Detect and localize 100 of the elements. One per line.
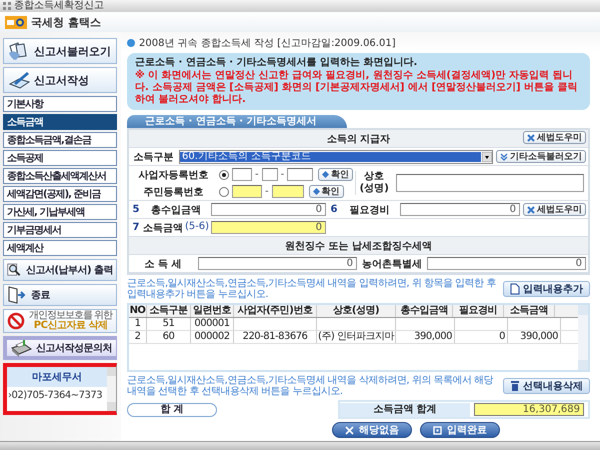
scrollbar[interactable] [578, 305, 588, 370]
sidebar-button[interactable]: 신고서불러오기 [3, 38, 117, 64]
sidebar-button[interactable]: 종료 [3, 284, 117, 306]
radio-button[interactable] [219, 186, 229, 196]
brand-name: 국세청 홈택스 [31, 14, 101, 30]
logo-icon [5, 16, 27, 28]
field-label: 사업자등록번호 [138, 168, 210, 182]
sidebar-button[interactable]: 신고서작성 [3, 67, 117, 93]
sidebar-menu-item[interactable]: 세액감면(공제), 준비금 [3, 186, 117, 202]
tax-help-button[interactable]: 세법도우미 [523, 203, 586, 216]
sidebar-menu-item[interactable]: 기부금명세서 [3, 222, 117, 238]
column-header: 필요경비 [453, 305, 504, 317]
cross-icon [527, 206, 535, 214]
table-cell: 390,000 [414, 331, 452, 342]
footer-button[interactable]: 입력완료 [420, 422, 500, 438]
total-amount-field: 16,307,689 [474, 403, 584, 416]
fax-machine-icon [10, 339, 32, 357]
dropdown-arrow-icon [482, 152, 492, 162]
sidebar-menu-item[interactable]: 종합소득금액,결손금 [3, 132, 117, 148]
amount-field[interactable]: 0 [427, 257, 586, 270]
sidebar-menu-item[interactable]: 종합소득산출세액계산서 [3, 168, 117, 184]
table-cell: 2 [134, 331, 140, 342]
input-field[interactable] [287, 168, 314, 181]
amount-field[interactable]: 0 [198, 257, 357, 270]
button-note: 개인정보보호를 위한 [29, 311, 112, 321]
table-cell: 1 [134, 318, 140, 329]
income-type-dropdown[interactable]: 60.기타소득의 소득구분코드 [179, 150, 493, 164]
table-cell: 000001 [194, 318, 230, 329]
table-cell: (주) 인터파크지마 [318, 331, 394, 342]
field-label: 소득구분 [132, 150, 174, 164]
input-field[interactable] [232, 185, 262, 198]
sidebar-menu-item[interactable]: 가산세, 기납부세액 [3, 204, 117, 220]
column-header: 소득금액 [504, 305, 555, 317]
separator: - [255, 169, 259, 180]
sidebar-button[interactable]: 개인정보보호를 위한 PC신고자료 삭제 [3, 309, 117, 333]
column-header: 상호(성명) [317, 305, 396, 317]
document-icon [510, 283, 520, 295]
field-label: 소 득 세 [144, 258, 182, 270]
item-number: 6 [330, 204, 338, 215]
filing-period-text: 2008년 귀속 종합소득세 작성 [신고마감일:2009.06.01] [139, 37, 396, 50]
field-label: 총수입금액 [150, 204, 202, 216]
sidebar-button[interactable]: 신고서작성문의처 [3, 336, 117, 360]
amount-field: 0 [211, 221, 326, 234]
close-icon [345, 426, 354, 434]
diamond-icon [312, 188, 320, 195]
sidebar-menu-item[interactable]: 소득공제 [3, 150, 117, 166]
input-field[interactable] [272, 185, 304, 198]
radio-button[interactable] [219, 170, 229, 180]
notice-warning: ※ 이 화면에서는 연말정산 신고한 급여와 필요경비, 원천징수 소득세(결정세액)만 자동입력 됩니다. 소득공제 금액은 [소득공제] 화면의 [기본공제자명세서] 에서 [연말정산불러오기] 버튼을 클릭하여 불러오셔야 합니다. [135, 70, 579, 106]
field-label: 상호 (성명) [355, 171, 392, 195]
input-field[interactable] [232, 168, 252, 181]
column-header: 총수입금액 [396, 305, 453, 317]
column-header: NO [129, 305, 147, 317]
field-label: 필요경비 [348, 204, 390, 216]
confirm-button[interactable]: 확인 [318, 168, 354, 181]
table-row[interactable]: 2 60 000002 220-81-83676 (주) 인터파크지마 390,000 0 390,000 [129, 331, 578, 344]
table-cell: 0 [499, 331, 505, 342]
name-input-field[interactable] [396, 174, 584, 192]
table-cell: 220-81-83676 [242, 331, 308, 342]
total-button[interactable]: 합 계 [127, 402, 217, 416]
table-cell: 60 [162, 331, 174, 342]
confirm-button[interactable]: 확인 [308, 185, 344, 198]
table-cell: 51 [162, 318, 174, 329]
sidebar-menu-item[interactable]: 세액계산 [3, 240, 117, 256]
field-label: 주민등록번호 [142, 186, 204, 198]
column-header: 사업자(주민)번호 [234, 305, 317, 317]
sidebar-button[interactable]: 신고서(납부서) 출력 [3, 259, 117, 281]
add-entry-button[interactable]: 입력내용추가 [503, 281, 590, 297]
scrollbar[interactable] [107, 367, 116, 411]
cross-icon [527, 134, 535, 142]
prohibition-icon [7, 312, 25, 330]
item-number: 5 [132, 204, 140, 215]
phone-number: ›02)705-7364~7373 [7, 389, 104, 403]
chevron-icon [500, 152, 508, 160]
column-header: 일련번호 [191, 305, 234, 317]
sidebar-menu-item[interactable]: 기본사항 [3, 96, 117, 112]
instruction-text: 근로소득,일시재산소득,연금소득,기타소득명세 내역을 입력하려면, 위 항목을 입력한 후 입력내용추가 버튼을 누르십시오. [127, 278, 497, 300]
amount-field[interactable]: 0 [211, 203, 326, 216]
button-label: PC신고자료 삭제 [32, 321, 108, 331]
footer-button[interactable]: 해당없음 [332, 422, 412, 438]
input-field[interactable] [262, 168, 278, 181]
amount-field[interactable]: 0 [400, 203, 520, 216]
table-cell: 390,000 [520, 331, 558, 342]
bullet-icon [127, 39, 135, 47]
sidebar-menu-item[interactable]: 소득금액 [3, 114, 117, 130]
section-heading: 원천징수 또는 납세조합징수세액 [285, 240, 432, 252]
field-label: 소득금액 [142, 222, 183, 234]
load-other-income-button[interactable]: 기타소득불러오기 [496, 150, 586, 163]
delete-selected-button[interactable]: 선택내용삭제 [503, 378, 590, 394]
section-heading: 소득의 지급자 [326, 132, 390, 146]
tax-office-name: 마포세무서 [7, 367, 107, 387]
table-row[interactable]: 1 51 000001 [129, 318, 578, 331]
field-label: 농어촌특별세 [361, 258, 423, 270]
tax-help-button[interactable]: 세법도우미 [523, 131, 586, 144]
column-header: 소득구분 [147, 305, 191, 317]
pen-icon [8, 70, 30, 90]
separator: - [265, 186, 269, 197]
notice-title: 근로소득 · 연금소득 · 기타소득명세서를 입력하는 화면입니다. [135, 57, 418, 69]
formula-text: (5-6) [184, 220, 210, 234]
total-label: 소득금액 합계 [340, 402, 470, 416]
